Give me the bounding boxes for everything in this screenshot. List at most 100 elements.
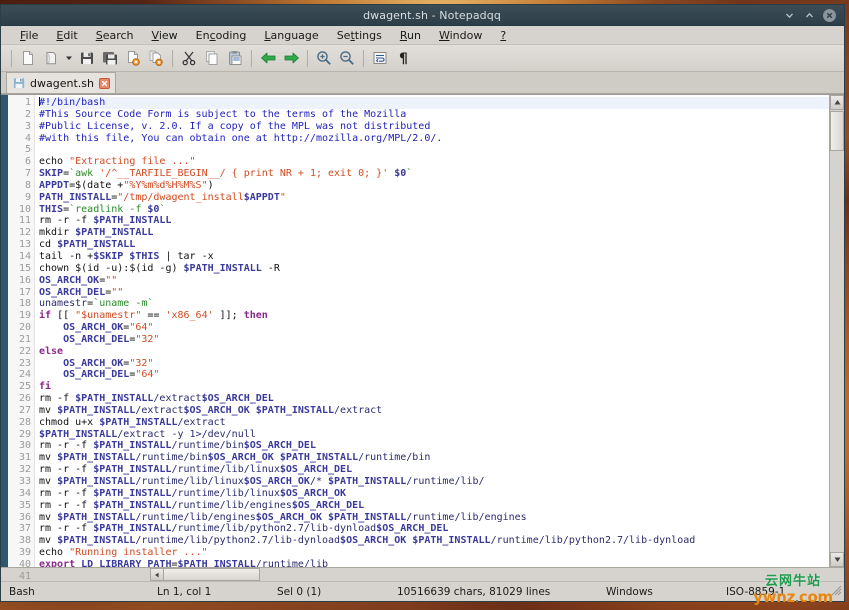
menu-settings[interactable]: Settings	[328, 27, 391, 44]
redo-icon[interactable]	[280, 47, 302, 69]
code-token: mkdir	[39, 227, 76, 239]
close-button[interactable]	[823, 8, 836, 22]
code-line[interactable]: echo "Extracting file ..."	[39, 156, 829, 168]
status-eol[interactable]: Windows	[600, 586, 720, 598]
line-number: 31	[18, 452, 31, 464]
code-token: mv	[39, 511, 58, 523]
minimize-button[interactable]	[783, 9, 796, 22]
code-line[interactable]: #!/bin/bash	[39, 97, 829, 109]
code-line[interactable]: echo "Running installer ..."	[39, 547, 829, 559]
code-token: ):$(	[117, 262, 142, 274]
zoom-out-icon[interactable]	[336, 47, 358, 69]
code-line[interactable]: rm -r -f $PATH_INSTALL/runtime/lib/engin…	[39, 500, 829, 512]
undo-icon[interactable]	[257, 47, 279, 69]
copy-icon[interactable]	[201, 47, 223, 69]
menu-window[interactable]: Window	[430, 27, 491, 44]
code-line[interactable]: OS_ARCH_OK=""	[39, 275, 829, 287]
code-line[interactable]: rm -r -f $PATH_INSTALL/runtime/lib/pytho…	[39, 523, 829, 535]
zoom-in-icon[interactable]	[313, 47, 335, 69]
code-line[interactable]: if [[ "$unamestr" == 'x86_64' ]]; then	[39, 310, 829, 322]
code-line[interactable]: OS_ARCH_DEL=""	[39, 287, 829, 299]
code-viewport[interactable]: #!/bin/bash #This Source Code Form is sub…	[35, 95, 829, 567]
code-line[interactable]: #Public License, v. 2.0. If a copy of th…	[39, 121, 829, 133]
code-line[interactable]: chmod u+x $PATH_INSTALL/extract	[39, 417, 829, 429]
code-line[interactable]	[39, 144, 829, 156]
code-line[interactable]: tail -n +$SKIP $THIS | tar -x	[39, 251, 829, 263]
code-line[interactable]: mv $PATH_INSTALL/runtime/bin$OS_ARCH_OK …	[39, 452, 829, 464]
code-line[interactable]: OS_ARCH_OK="64"	[39, 322, 829, 334]
line-number: 35	[18, 499, 31, 511]
scroll-up-button[interactable]	[830, 95, 844, 110]
code-line[interactable]: #This Source Code Form is subject to the…	[39, 109, 829, 121]
code-token: mv	[39, 404, 58, 416]
code-line[interactable]: fi	[39, 381, 829, 393]
code-line[interactable]: rm -r -f $PATH_INSTALL/runtime/lib/linux…	[39, 488, 829, 500]
cut-icon[interactable]	[178, 47, 200, 69]
code-token: /extract	[153, 393, 202, 405]
menu-run[interactable]: Run	[391, 27, 430, 44]
code-token: $PATH_INSTALL	[93, 464, 172, 476]
code-line[interactable]: THIS=`readlink -f $0`	[39, 204, 829, 216]
code-line[interactable]: mv $PATH_INSTALL/runtime/lib/linux$OS_AR…	[39, 476, 829, 488]
code-token: $PATH_INSTALL	[39, 428, 118, 440]
menu-file[interactable]: File	[11, 27, 47, 44]
scroll-left-button[interactable]	[150, 568, 164, 581]
horizontal-scrollbar[interactable]	[35, 568, 829, 581]
menu-language[interactable]: Language	[255, 27, 327, 44]
close-file-icon[interactable]	[122, 47, 144, 69]
code-line[interactable]: #with this file, You can obtain one at h…	[39, 133, 829, 145]
code-token: export	[39, 558, 82, 567]
menu-encoding[interactable]: Encoding	[187, 27, 256, 44]
code-line[interactable]: mv $PATH_INSTALL/runtime/lib/python2.7/l…	[39, 535, 829, 547]
code-line[interactable]: rm -r -f $PATH_INSTALL	[39, 215, 829, 227]
save-icon[interactable]	[76, 47, 98, 69]
save-all-icon[interactable]	[99, 47, 121, 69]
code-line[interactable]: cd $PATH_INSTALL	[39, 239, 829, 251]
word-wrap-icon[interactable]	[369, 47, 391, 69]
paste-icon[interactable]	[224, 47, 246, 69]
menu-edit[interactable]: Edit	[47, 27, 86, 44]
chevron-down-icon[interactable]	[63, 47, 75, 69]
tab-dwagent-sh[interactable]: dwagent.sh	[6, 72, 116, 93]
code-line[interactable]: export LD_LIBRARY_PATH=$PATH_INSTALL/run…	[39, 559, 829, 567]
code-line[interactable]: APPDT=$(date +"%Y%m%d%H%M%S")	[39, 180, 829, 192]
resize-grip[interactable]	[830, 584, 844, 599]
code-line[interactable]: rm -r -f $PATH_INSTALL/runtime/bin$OS_AR…	[39, 440, 829, 452]
line-number: 13	[18, 239, 31, 251]
code-line[interactable]: SKIP=`awk '/^__TARFILE_BEGIN__/ { print …	[39, 168, 829, 180]
code-line[interactable]: mv $PATH_INSTALL/extract$OS_ARCH_OK $PAT…	[39, 405, 829, 417]
vertical-scroll-thumb[interactable]	[830, 111, 844, 151]
code-line[interactable]: mkdir $PATH_INSTALL	[39, 227, 829, 239]
horizontal-scroll-thumb[interactable]	[150, 568, 260, 581]
menu-view[interactable]: View	[143, 27, 187, 44]
code-line[interactable]: chown $(id -u):$(id -g) $PATH_INSTALL -R	[39, 263, 829, 275]
code-token: "64"	[129, 322, 154, 334]
status-encoding[interactable]: ISO-8859-1	[720, 586, 830, 598]
close-all-files-icon[interactable]	[145, 47, 167, 69]
code-line[interactable]: PATH_INSTALL="/tmp/dwagent_install$APPDT…	[39, 192, 829, 204]
new-file-icon[interactable]	[17, 47, 39, 69]
code-line[interactable]: $PATH_INSTALL/extract -y 1>/dev/null	[39, 429, 829, 441]
vertical-scrollbar[interactable]	[829, 95, 844, 567]
code-line[interactable]: else	[39, 346, 829, 358]
vertical-scroll-track[interactable]	[830, 110, 844, 552]
menu-help[interactable]: ?	[491, 27, 515, 44]
code-line[interactable]: rm -r -f $PATH_INSTALL/runtime/lib/linux…	[39, 464, 829, 476]
code-line[interactable]: unamestr=`uname -m`	[39, 298, 829, 310]
open-file-icon[interactable]	[40, 47, 62, 69]
scroll-down-button[interactable]	[830, 552, 844, 567]
code-token: rm -r -f	[39, 523, 94, 535]
menu-search[interactable]: Search	[87, 27, 143, 44]
code-line[interactable]: OS_ARCH_DEL="32"	[39, 334, 829, 346]
code-line[interactable]: rm -f $PATH_INSTALL/extract$OS_ARCH_DEL	[39, 393, 829, 405]
show-whitespace-icon[interactable]: ¶	[392, 47, 414, 69]
tab-close-icon[interactable]	[98, 77, 110, 89]
status-language[interactable]: Bash	[1, 586, 151, 598]
code-line[interactable]: OS_ARCH_OK="32"	[39, 358, 829, 370]
code-line[interactable]: OS_ARCH_DEL="64"	[39, 369, 829, 381]
maximize-button[interactable]	[803, 9, 816, 22]
code-text[interactable]: #!/bin/bash #This Source Code Form is sub…	[35, 95, 829, 567]
code-line[interactable]: mv $PATH_INSTALL/runtime/lib/engines$OS_…	[39, 512, 829, 524]
line-number: 11	[18, 215, 31, 227]
line-number: 10	[18, 203, 31, 215]
